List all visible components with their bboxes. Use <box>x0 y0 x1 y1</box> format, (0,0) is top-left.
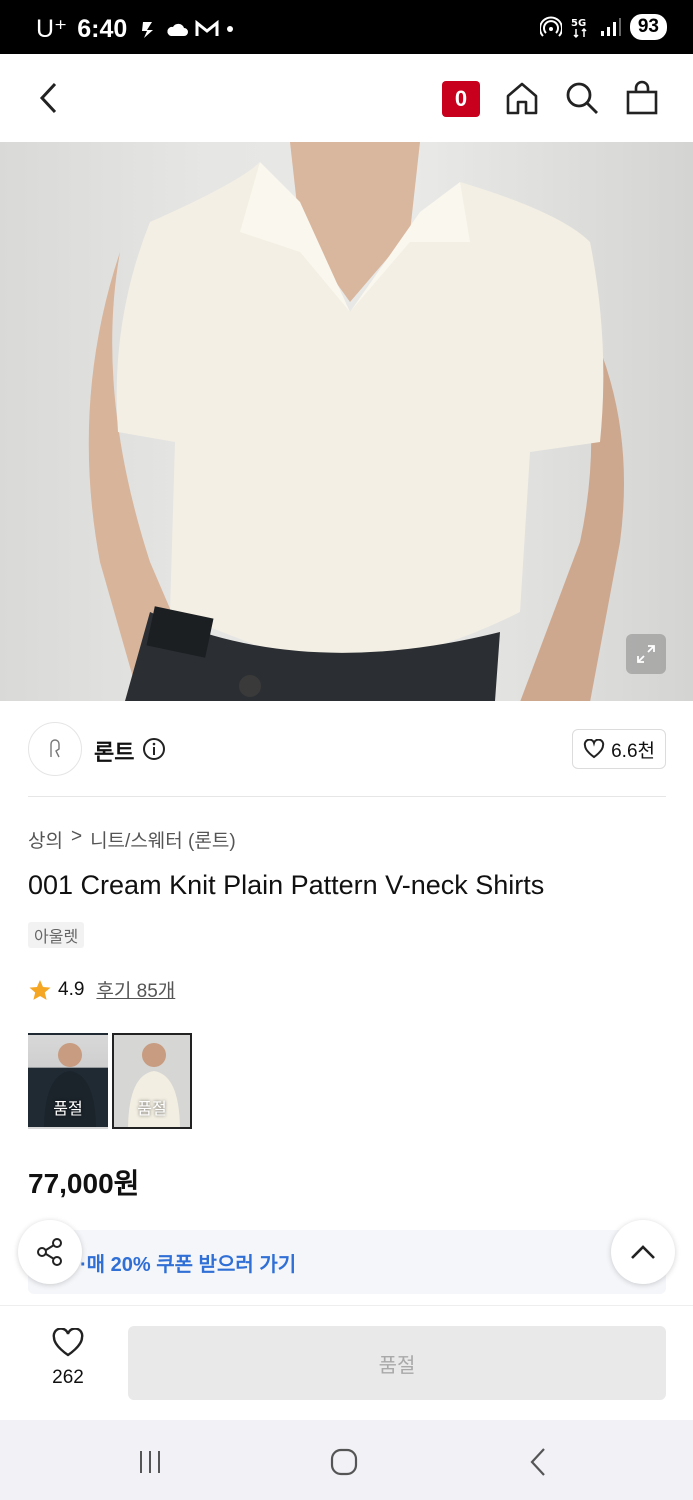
swatch-cream[interactable]: 품절 <box>112 1033 192 1129</box>
status-right: 5G 93 <box>539 14 667 40</box>
search-icon <box>566 82 598 114</box>
expand-icon <box>637 645 655 663</box>
runner-icon <box>142 22 154 38</box>
status-left: U⁺ 6:40 <box>36 14 235 44</box>
breadcrumb-separator: > <box>70 826 83 847</box>
back-nav-icon <box>530 1448 545 1476</box>
outlet-tag: 아울렛 <box>28 922 85 948</box>
status-bar: U⁺ 6:40 5G 93 <box>0 0 693 54</box>
svg-text:5G: 5G <box>571 18 586 29</box>
wishlist-button[interactable]: 262 <box>28 1327 108 1389</box>
home-button[interactable] <box>502 78 542 118</box>
breadcrumb-category[interactable]: 상의 <box>28 826 63 853</box>
product-photo <box>88 142 624 701</box>
cloud-icon <box>167 23 189 36</box>
heart-icon <box>52 1327 84 1357</box>
wishlist-count: 262 <box>52 1367 84 1388</box>
brand-row: 론트 6.6천 <box>28 722 666 776</box>
coupon-banner[interactable]: ·매 20% 쿠폰 받으러 가기 <box>28 1230 666 1294</box>
brand-like-count: 6.6천 <box>611 740 655 762</box>
hotspot-icon <box>539 16 562 37</box>
recent-count-badge[interactable]: 0 <box>442 81 480 117</box>
chevron-left-icon <box>39 82 57 114</box>
home-nav-button[interactable] <box>324 1442 364 1482</box>
signal-icon <box>600 18 621 36</box>
coupon-text: ·매 20% 쿠폰 받으러 가기 <box>80 1254 297 1276</box>
back-button[interactable] <box>28 78 68 118</box>
recent-apps-button[interactable] <box>130 1442 170 1482</box>
heart-icon <box>583 739 605 759</box>
system-nav-bar <box>0 1420 693 1500</box>
product-title: 001 Cream Knit Plain Pattern V-neck Shir… <box>28 870 545 900</box>
gmail-icon <box>195 20 219 36</box>
brand-logo-icon <box>50 739 60 758</box>
info-icon[interactable] <box>142 737 166 761</box>
review-link[interactable]: 후기 85개 <box>96 976 175 1003</box>
breadcrumb-subcategory[interactable]: 니트/스웨터 (론트) <box>90 826 236 853</box>
rating-row: 4.9 후기 85개 <box>28 976 175 1003</box>
home-icon <box>506 82 538 115</box>
swatch-soldout-label: 품절 <box>53 1101 83 1118</box>
brand-like-button[interactable]: 6.6천 <box>572 729 666 769</box>
top-app-bar: 0 <box>0 54 693 142</box>
expand-image-button[interactable] <box>626 634 666 674</box>
5g-icon: 5G <box>571 18 587 39</box>
share-button[interactable] <box>18 1220 82 1284</box>
dot-icon <box>227 26 234 32</box>
cart-button[interactable] <box>622 78 662 118</box>
breadcrumb: 상의 > 니트/스웨터 (론트) <box>28 826 236 853</box>
search-button[interactable] <box>562 78 602 118</box>
back-nav-button[interactable] <box>518 1442 558 1482</box>
chevron-up-icon <box>631 1245 655 1259</box>
recent-apps-icon <box>140 1451 160 1473</box>
battery-level: 93 <box>629 14 667 40</box>
shopping-bag-icon <box>626 80 658 115</box>
color-options: 품절 품절 <box>28 1033 192 1129</box>
carrier-label: U⁺ <box>36 15 68 43</box>
swatch-navy[interactable]: 품절 <box>28 1033 108 1129</box>
product-price: 77,000원 <box>28 1168 140 1199</box>
scroll-top-button[interactable] <box>611 1220 675 1284</box>
product-image[interactable] <box>0 142 693 701</box>
brand-logo[interactable] <box>28 722 82 776</box>
rating-value: 4.9 <box>58 978 85 1000</box>
divider <box>28 796 666 797</box>
clock: 6:40 <box>77 14 128 43</box>
soldout-button[interactable]: 품절 <box>128 1326 666 1400</box>
purchase-bar: 262 품절 <box>0 1305 693 1420</box>
star-icon <box>29 979 51 1000</box>
swatch-soldout-label: 품절 <box>137 1101 167 1118</box>
brand-name[interactable]: 론트 <box>94 735 134 767</box>
home-circle-icon <box>330 1448 358 1476</box>
share-icon <box>37 1238 62 1266</box>
